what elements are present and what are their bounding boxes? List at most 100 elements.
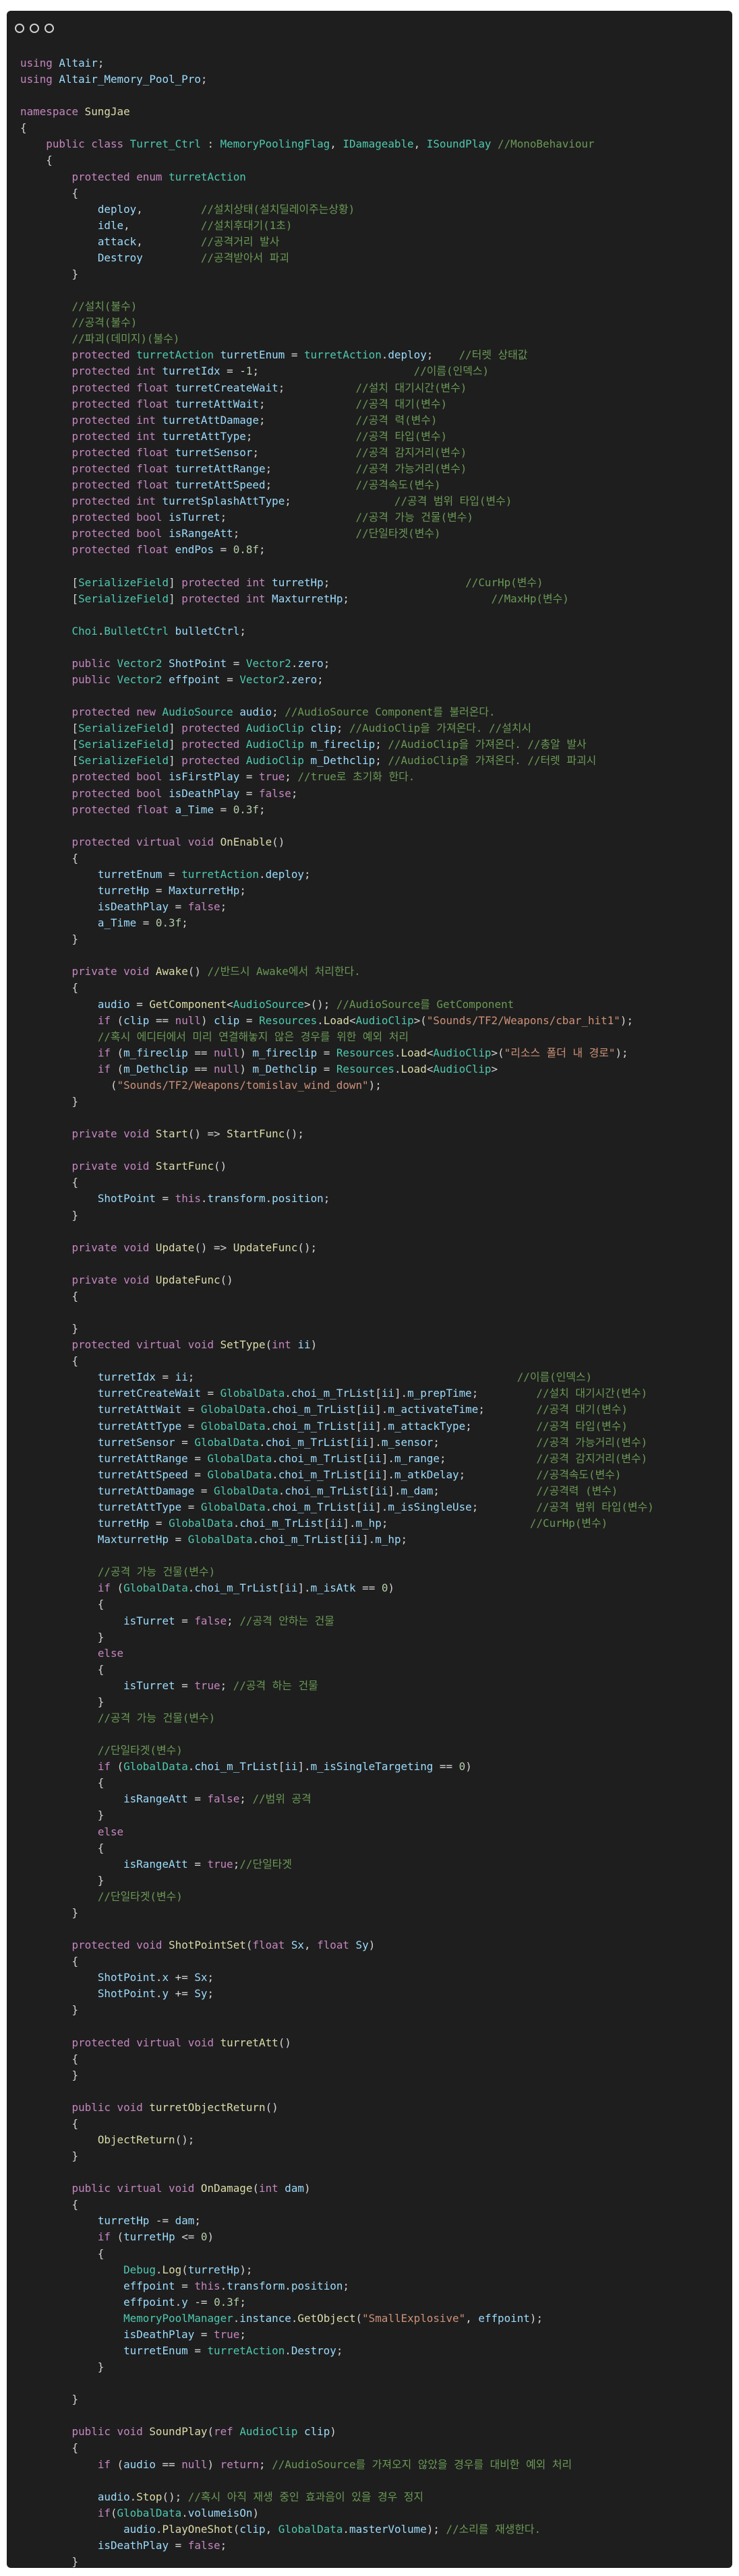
code-token-plain: , bbox=[330, 137, 343, 151]
code-token-plain: } bbox=[20, 1095, 79, 1108]
code-line: turretIdx = ii; //이름(인덱스) bbox=[20, 1369, 654, 1385]
code-token-ident: ii bbox=[330, 1517, 343, 1530]
code-token-plain: [ bbox=[20, 738, 79, 751]
code-line: isDeathPlay = false; bbox=[20, 899, 654, 915]
code-token-comment: //공격 감지거리(변수) bbox=[536, 1451, 648, 1465]
code-token-plain: . bbox=[259, 867, 266, 881]
code-token-func: Update bbox=[155, 1240, 195, 1254]
code-line: private void Awake() //반드시 Awake에서 처리한다. bbox=[20, 964, 654, 980]
code-token-ident: ii bbox=[381, 1387, 394, 1400]
code-token-keyword: namespace bbox=[20, 105, 85, 119]
code-token-keyword: if bbox=[97, 2230, 117, 2244]
code-token-plain: [ bbox=[20, 592, 79, 605]
code-token-plain: ; bbox=[239, 2295, 246, 2308]
code-line: [SerializeField] protected AudioClip cli… bbox=[20, 720, 654, 736]
code-token-ident: m_activateTime bbox=[388, 1403, 479, 1416]
code-token-comment: //터렛 상태값 bbox=[459, 348, 528, 362]
code-token-plain: [ bbox=[20, 754, 79, 767]
code-token-plain: () bbox=[220, 1273, 233, 1286]
code-token-plain: ; bbox=[200, 73, 208, 86]
code-token-plain: = bbox=[169, 900, 188, 914]
code-token-ident: audio bbox=[123, 2457, 156, 2471]
code-token-plain: ) bbox=[252, 2506, 260, 2519]
code-token-ident: isFirstPlay bbox=[169, 770, 240, 784]
code-token-keyword: public virtual void bbox=[71, 2182, 201, 2195]
code-token-plain: ]. bbox=[297, 1581, 311, 1595]
maximize-icon[interactable] bbox=[45, 24, 54, 33]
code-token-plain: = bbox=[239, 786, 260, 800]
code-token-func: UpdateFunc bbox=[155, 1273, 220, 1286]
code-token-keyword: this bbox=[194, 2279, 220, 2292]
code-token-type: turretAction bbox=[136, 348, 220, 362]
code-token-ident: choi_m_TrList bbox=[239, 1517, 324, 1530]
code-token-plain: } bbox=[20, 2393, 79, 2406]
code-token-keyword: if bbox=[97, 1062, 117, 1075]
code-line: } bbox=[20, 931, 654, 947]
code-token-plain: ] bbox=[169, 592, 182, 605]
code-token-plain: -= bbox=[187, 2295, 214, 2308]
code-token-type: Resources bbox=[336, 1062, 394, 1075]
code-token-plain: ( bbox=[20, 1078, 117, 1092]
code-token-plain: ; bbox=[285, 495, 394, 508]
code-line: isTurret = false; //공격 안하는 건물 bbox=[20, 1613, 654, 1629]
code-token-plain: . bbox=[285, 1387, 291, 1400]
code-token-plain: (); bbox=[162, 2490, 188, 2503]
code-token-type: GlobalData bbox=[200, 1403, 266, 1416]
code-token-keyword: protected float bbox=[71, 543, 175, 557]
minimize-icon[interactable] bbox=[30, 24, 39, 33]
code-token-plain: = bbox=[175, 1435, 195, 1449]
code-line: { bbox=[20, 2440, 654, 2456]
code-token-ident: turretAttDamage bbox=[162, 413, 260, 427]
code-token-plain: = bbox=[239, 1013, 260, 1027]
code-token-plain: = bbox=[181, 1500, 201, 1513]
code-line: isTurret = true; //공격 하는 건물 bbox=[20, 1678, 654, 1694]
code-line: { bbox=[20, 2051, 654, 2067]
code-token-plain: ; bbox=[317, 672, 324, 686]
code-token-keyword: protected int bbox=[71, 365, 162, 378]
code-token-plain: = bbox=[214, 803, 233, 816]
code-token-type: AudioClip bbox=[433, 1062, 492, 1075]
code-token-plain: } bbox=[20, 2360, 105, 2374]
code-token-plain: ); bbox=[368, 1078, 382, 1092]
code-token-plain: ; bbox=[323, 575, 466, 589]
code-line: protected virtual void OnEnable() bbox=[20, 834, 654, 850]
code-token-plain: { bbox=[20, 2198, 79, 2211]
code-token-ident: turretHp bbox=[97, 883, 150, 897]
code-token-func: GetComponent bbox=[149, 997, 227, 1011]
code-token-ident: MaxturretHp bbox=[169, 883, 240, 897]
code-token-plain: = bbox=[169, 2538, 188, 2552]
code-line: protected float turretAttWait; //공격 대기(변… bbox=[20, 396, 654, 412]
code-token-plain: . bbox=[155, 1987, 162, 2001]
code-line: isRangeAtt = true;//단일타겟 bbox=[20, 1856, 654, 1873]
code-token-plain: == bbox=[187, 1046, 214, 1059]
code-line: public Vector2 effpoint = Vector2.zero; bbox=[20, 672, 654, 688]
close-icon[interactable] bbox=[15, 24, 24, 33]
code-line: protected int turretSplashAttType; //공격 … bbox=[20, 493, 654, 509]
code-line: turretHp = GlobalData.choi_m_TrList[ii].… bbox=[20, 1515, 654, 1532]
code-token-plain: ]. bbox=[297, 1760, 311, 1773]
code-token-type: turretAction bbox=[181, 867, 259, 881]
code-token-keyword: if bbox=[97, 1046, 117, 1059]
code-token-ident: m_isSingleTargeting bbox=[310, 1760, 434, 1773]
code-token-ident: m_Dethclip bbox=[310, 754, 376, 767]
code-token-func: ObjectReturn bbox=[97, 2133, 175, 2146]
code-token-type: GlobalData bbox=[187, 1533, 253, 1546]
code-token-plain: { bbox=[20, 2441, 79, 2455]
code-token-ident: choi_m_TrList bbox=[194, 1581, 278, 1595]
code-token-func: SoundPlay bbox=[149, 2425, 208, 2439]
